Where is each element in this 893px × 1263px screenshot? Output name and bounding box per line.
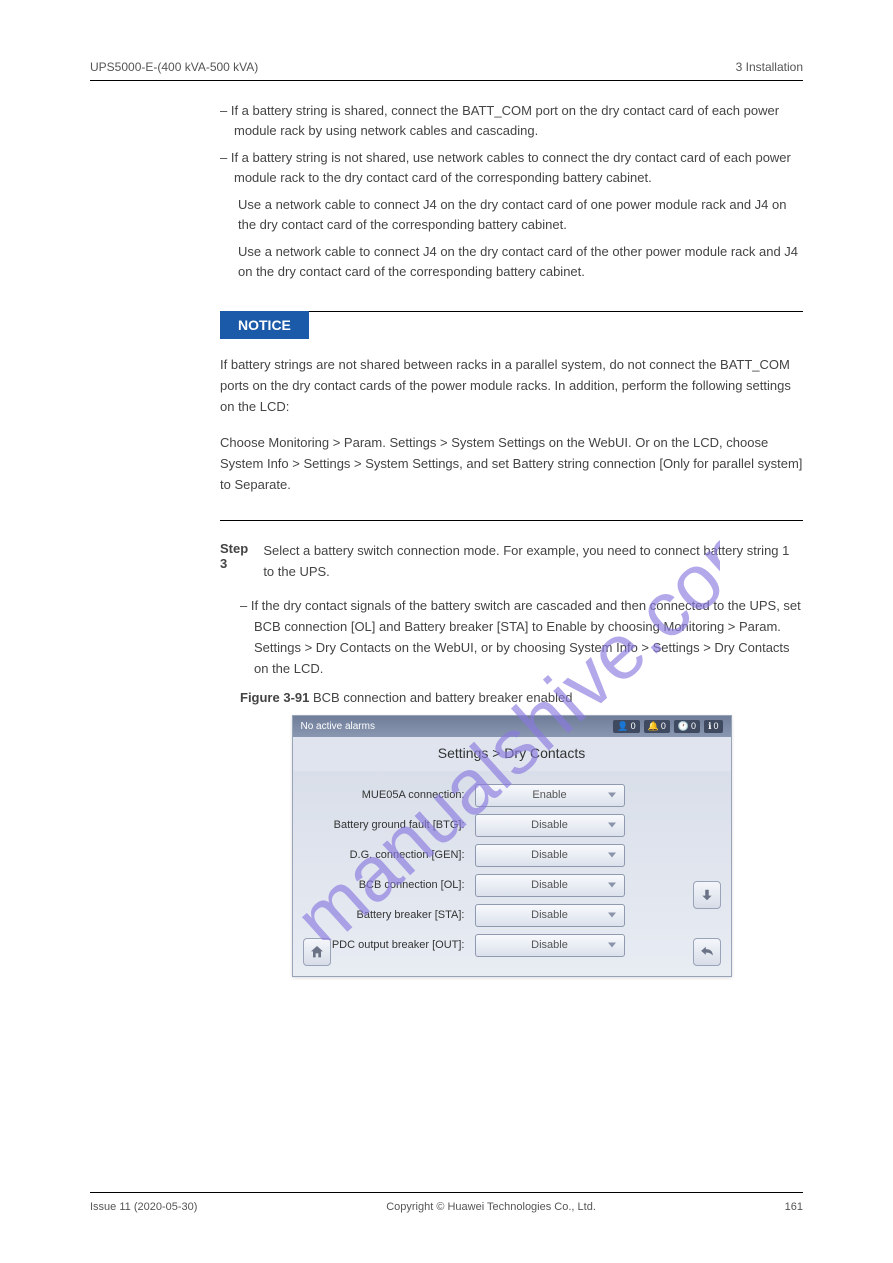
intro-bullet-1: If a battery string is not shared, use n… [220,148,803,187]
figure-title: BCB connection and battery breaker enabl… [313,690,572,705]
lcd-body: MUE05A connection: Enable Battery ground… [293,771,731,976]
page-header: UPS5000-E-(400 kVA-500 kVA) User Manual … [90,60,803,74]
lcd-back-button[interactable] [693,938,721,966]
lcd-alarm-counts: 👤0 🔔0 🕐0 ℹ0 [613,720,722,733]
lcd-label-4: Battery breaker [STA]: [305,909,475,921]
lcd-label-3: BCB connection [OL]: [305,879,475,891]
lcd-value-0: Enable [532,789,566,801]
header-chapter: 3 Installation [736,60,803,74]
notice-badge: NOTICE [220,311,309,339]
lcd-row-5: PDC output breaker [OUT]: Disable [305,934,719,957]
notice-block: NOTICE If battery strings are not shared… [220,311,803,521]
footer-left: Issue 11 (2020-05-30) [90,1201,197,1213]
alarm-count-0: 0 [631,721,636,731]
figure-caption: Figure 3-91 BCB connection and battery b… [240,690,803,705]
lcd-select-1[interactable]: Disable [475,814,625,837]
page-footer: Issue 11 (2020-05-30) Copyright © Huawei… [90,1192,803,1213]
alarm-count-2: 0 [691,721,696,731]
lcd-topbar: No active alarms 👤0 🔔0 🕐0 ℹ0 [293,716,731,737]
lcd-label-0: MUE05A connection: [305,789,475,801]
step-number: Step 3 [220,541,255,583]
step-text: Select a battery switch connection mode.… [263,541,803,583]
header-rule [90,80,803,81]
intro-sub-0: Use a network cable to connect J4 on the… [238,195,803,234]
alarm-icon-major[interactable]: 🔔0 [644,720,670,733]
arrow-down-icon [700,888,714,902]
lcd-row-0: MUE05A connection: Enable [305,784,719,807]
lcd-screenshot: No active alarms 👤0 🔔0 🕐0 ℹ0 Settings > … [292,715,732,977]
alarm-icon-minor[interactable]: 🕐0 [674,720,700,733]
lcd-select-2[interactable]: Disable [475,844,625,867]
intro-sub-1: Use a network cable to connect J4 on the… [238,242,803,281]
lcd-label-1: Battery ground fault [BTG]: [305,819,475,831]
alarm-count-3: 0 [713,721,718,731]
bell-icon: 🔔 [648,721,659,732]
notice-bottom-rule [220,520,803,521]
step-3: Step 3 Select a battery switch connectio… [220,541,803,583]
notice-para-0: If battery strings are not shared betwee… [220,355,803,417]
clock-icon: 🕐 [678,721,689,732]
lcd-select-5[interactable]: Disable [475,934,625,957]
alarm-icon-warning[interactable]: ℹ0 [704,720,722,733]
lcd-row-4: Battery breaker [STA]: Disable [305,904,719,927]
lcd-row-2: D.G. connection [GEN]: Disable [305,844,719,867]
intro-bullet-0: If a battery string is shared, connect t… [220,101,803,140]
footer-center: Copyright © Huawei Technologies Co., Ltd… [386,1201,596,1213]
alarm-count-1: 0 [661,721,666,731]
lcd-breadcrumb: Settings > Dry Contacts [293,737,731,771]
lcd-scroll-down-button[interactable] [693,881,721,909]
lcd-value-5: Disable [531,939,568,951]
footer-right: 161 [785,1201,803,1213]
figure-number: Figure 3-91 [240,690,309,705]
notice-para-1: Choose Monitoring > Param. Settings > Sy… [220,433,803,495]
lcd-home-button[interactable] [303,938,331,966]
alarm-icon-critical[interactable]: 👤0 [613,720,639,733]
lcd-select-0[interactable]: Enable [475,784,625,807]
lcd-value-4: Disable [531,909,568,921]
header-right: User Manual (400 V) 3 Installation [736,60,803,74]
lcd-select-4[interactable]: Disable [475,904,625,927]
lcd-value-1: Disable [531,819,568,831]
back-arrow-icon [699,945,715,959]
person-icon: 👤 [617,721,628,732]
lcd-row-3: BCB connection [OL]: Disable [305,874,719,897]
lcd-label-2: D.G. connection [GEN]: [305,849,475,861]
lcd-row-1: Battery ground fault [BTG]: Disable [305,814,719,837]
home-icon [309,944,325,960]
lcd-select-3[interactable]: Disable [475,874,625,897]
info-icon: ℹ [708,721,711,732]
header-left: UPS5000-E-(400 kVA-500 kVA) [90,60,258,74]
lcd-alarm-status: No active alarms [301,721,375,732]
step-sub-0: If the dry contact signals of the batter… [240,596,803,679]
lcd-value-3: Disable [531,879,568,891]
lcd-value-2: Disable [531,849,568,861]
